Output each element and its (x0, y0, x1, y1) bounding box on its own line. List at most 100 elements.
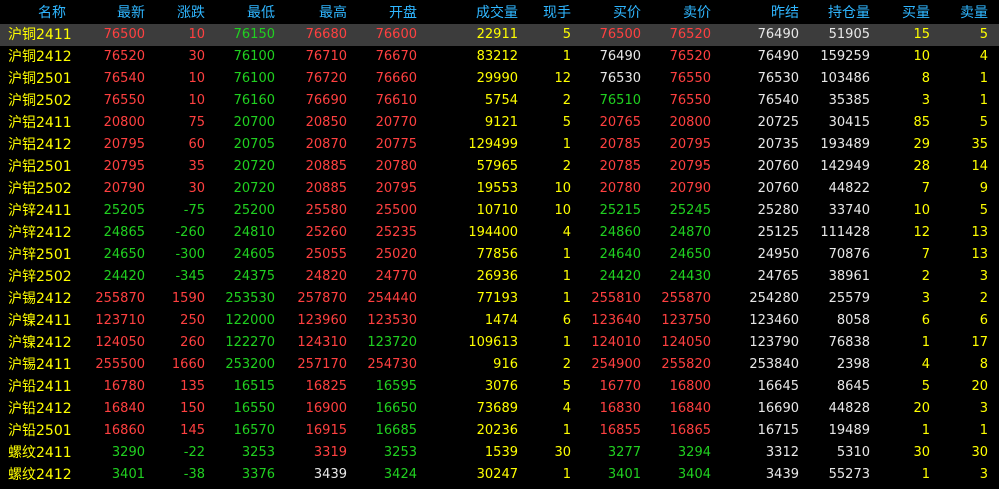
cell-ask: 76520 (669, 27, 711, 42)
table-row[interactable]: 沪铝2501 20795 35 20720 20885 20780 57965 2 20785 2… (0, 156, 999, 178)
cell-volume: 20236 (476, 423, 518, 438)
table-row[interactable]: 沪铝2502 20790 30 20720 20885 20795 19553 10 20780… (0, 178, 999, 200)
header-high[interactable]: 最高 (275, 2, 347, 24)
cell-high: 3439 (313, 467, 347, 482)
table-row[interactable]: 螺纹2412 3401 -38 3376 3439 3424 30247 1 3401 3404 3… (0, 464, 999, 486)
cell-open-interest: 159259 (820, 49, 870, 64)
cell-volume: 19553 (476, 181, 518, 196)
header-bid-qty[interactable]: 买量 (870, 2, 930, 24)
table-row[interactable]: 沪铅2501 16860 145 16570 16915 16685 20236 1 16855… (0, 420, 999, 442)
cell-bid-qty: 3 (921, 291, 930, 306)
header-volume[interactable]: 成交量 (417, 2, 518, 24)
header-name[interactable]: 名称 (0, 2, 66, 24)
cell-latest: 25205 (103, 203, 145, 218)
cell-ask-qty: 2 (979, 291, 988, 306)
cell-high: 20870 (305, 137, 347, 152)
cell-prev-settle: 3312 (765, 445, 799, 460)
header-open-interest[interactable]: 持仓量 (799, 2, 870, 24)
table-row[interactable]: 沪锌2502 24420 -345 24375 24820 24770 26936 1 2442… (0, 266, 999, 288)
cell-open: 123530 (367, 313, 417, 328)
cell-bid-qty: 1 (921, 467, 930, 482)
cell-now: 1 (562, 137, 571, 152)
cell-prev-settle: 123790 (749, 335, 799, 350)
table-row[interactable]: 沪锌2412 24865 -260 24810 25260 25235 194400 4 248… (0, 222, 999, 244)
cell-ask: 76550 (669, 71, 711, 86)
table-row[interactable]: 沪铝2412 20795 60 20705 20870 20775 129499 1 20785… (0, 134, 999, 156)
cell-change: -38 (183, 467, 205, 482)
table-row[interactable]: 沪锌2501 24650 -300 24605 25055 25020 77856 1 2464… (0, 244, 999, 266)
cell-open: 16685 (375, 423, 417, 438)
cell-ask-qty: 1 (979, 93, 988, 108)
cell-now: 5 (562, 115, 571, 130)
header-latest[interactable]: 最新 (88, 2, 145, 24)
table-row[interactable]: 沪铅2412 16840 150 16550 16900 16650 73689 4 16830… (0, 398, 999, 420)
cell-change: 1660 (171, 357, 205, 372)
cell-name: 沪铝2411 (8, 115, 72, 131)
cell-low: 20705 (233, 137, 275, 152)
cell-change: 30 (188, 181, 205, 196)
cell-ask-qty: 3 (979, 401, 988, 416)
cell-latest: 124050 (95, 335, 145, 350)
cell-ask-qty: 14 (971, 159, 988, 174)
cell-prev-settle: 20735 (757, 137, 799, 152)
cell-low: 76100 (233, 49, 275, 64)
table-row[interactable]: 沪铅2411 16780 135 16515 16825 16595 3076 5 16770 1… (0, 376, 999, 398)
table-row[interactable]: 沪铝2411 20800 75 20700 20850 20770 9121 5 20765 20… (0, 112, 999, 134)
cell-change: 260 (180, 335, 205, 350)
cell-now: 6 (562, 313, 571, 328)
cell-ask: 16865 (669, 423, 711, 438)
cell-open-interest: 19489 (828, 423, 870, 438)
cell-name: 沪锡2412 (8, 291, 72, 307)
cell-prev-settle: 16715 (757, 423, 799, 438)
header-prev-settle[interactable]: 昨结 (711, 2, 799, 24)
header-ask-qty[interactable]: 卖量 (930, 2, 988, 24)
cell-ask-qty: 4 (979, 49, 988, 64)
column-header-row: 名称 最新 涨跌 最低 最高 开盘 成交量 现手 买价 卖价 昨结 持仓量 买量… (0, 2, 999, 24)
cell-open: 76660 (375, 71, 417, 86)
cell-bid-qty: 1 (921, 335, 930, 350)
cell-open: 76610 (375, 93, 417, 108)
table-row[interactable]: 沪锡2412 255870 1590 253530 257870 254440 77193 1… (0, 288, 999, 310)
table-row[interactable]: 沪锡2411 255500 1660 253200 257170 254730 916 2 25… (0, 354, 999, 376)
cell-ask-qty: 5 (979, 115, 988, 130)
cell-low: 16570 (233, 423, 275, 438)
cell-now: 10 (554, 203, 571, 218)
cell-volume: 26936 (476, 269, 518, 284)
cell-high: 76710 (305, 49, 347, 64)
table-row[interactable]: 沪锌2411 25205 -75 25200 25580 25500 10710 10 2521… (0, 200, 999, 222)
header-change[interactable]: 涨跌 (145, 2, 205, 24)
table-row[interactable]: 沪镍2411 123710 250 122000 123960 123530 1474 6 12… (0, 310, 999, 332)
cell-now: 5 (562, 379, 571, 394)
cell-latest: 3290 (111, 445, 145, 460)
table-row[interactable]: 沪铜2412 76520 30 76100 76710 76670 83212 1 76490 7… (0, 46, 999, 68)
cell-bid-qty: 85 (913, 115, 930, 130)
cell-name: 螺纹2411 (8, 445, 72, 461)
cell-prev-settle: 76490 (757, 27, 799, 42)
cell-bid-qty: 10 (913, 49, 930, 64)
cell-volume: 1539 (484, 445, 518, 460)
table-row[interactable]: 沪镍2412 124050 260 122270 124310 123720 109613 1… (0, 332, 999, 354)
cell-low: 76160 (233, 93, 275, 108)
cell-low: 253200 (225, 357, 275, 372)
cell-high: 25580 (305, 203, 347, 218)
table-row[interactable]: 沪铜2501 76540 10 76100 76720 76660 29990 12 76530… (0, 68, 999, 90)
cell-low: 25200 (233, 203, 275, 218)
cell-prev-settle: 76490 (757, 49, 799, 64)
header-low[interactable]: 最低 (205, 2, 275, 24)
table-row[interactable]: 沪铜2411 76500 10 76150 76680 76600 22911 5 76500 7… (0, 24, 999, 46)
cell-change: 250 (180, 313, 205, 328)
header-bid[interactable]: 买价 (571, 2, 641, 24)
cell-prev-settle: 254280 (749, 291, 799, 306)
cell-open-interest: 8645 (836, 379, 870, 394)
quote-board: 名称 最新 涨跌 最低 最高 开盘 成交量 现手 买价 卖价 昨结 持仓量 买量… (0, 0, 999, 489)
header-open[interactable]: 开盘 (347, 2, 417, 24)
cell-bid: 20765 (599, 115, 641, 130)
header-ask[interactable]: 卖价 (641, 2, 711, 24)
cell-open-interest: 111428 (820, 225, 870, 240)
cell-ask-qty: 5 (979, 203, 988, 218)
table-row[interactable]: 沪铜2502 76550 10 76160 76690 76610 5754 2 76510 76… (0, 90, 999, 112)
header-now-volume[interactable]: 现手 (518, 2, 571, 24)
cell-low: 20720 (233, 159, 275, 174)
cell-low: 122000 (225, 313, 275, 328)
table-row[interactable]: 螺纹2411 3290 -22 3253 3319 3253 1539 30 3277 3294 3… (0, 442, 999, 464)
